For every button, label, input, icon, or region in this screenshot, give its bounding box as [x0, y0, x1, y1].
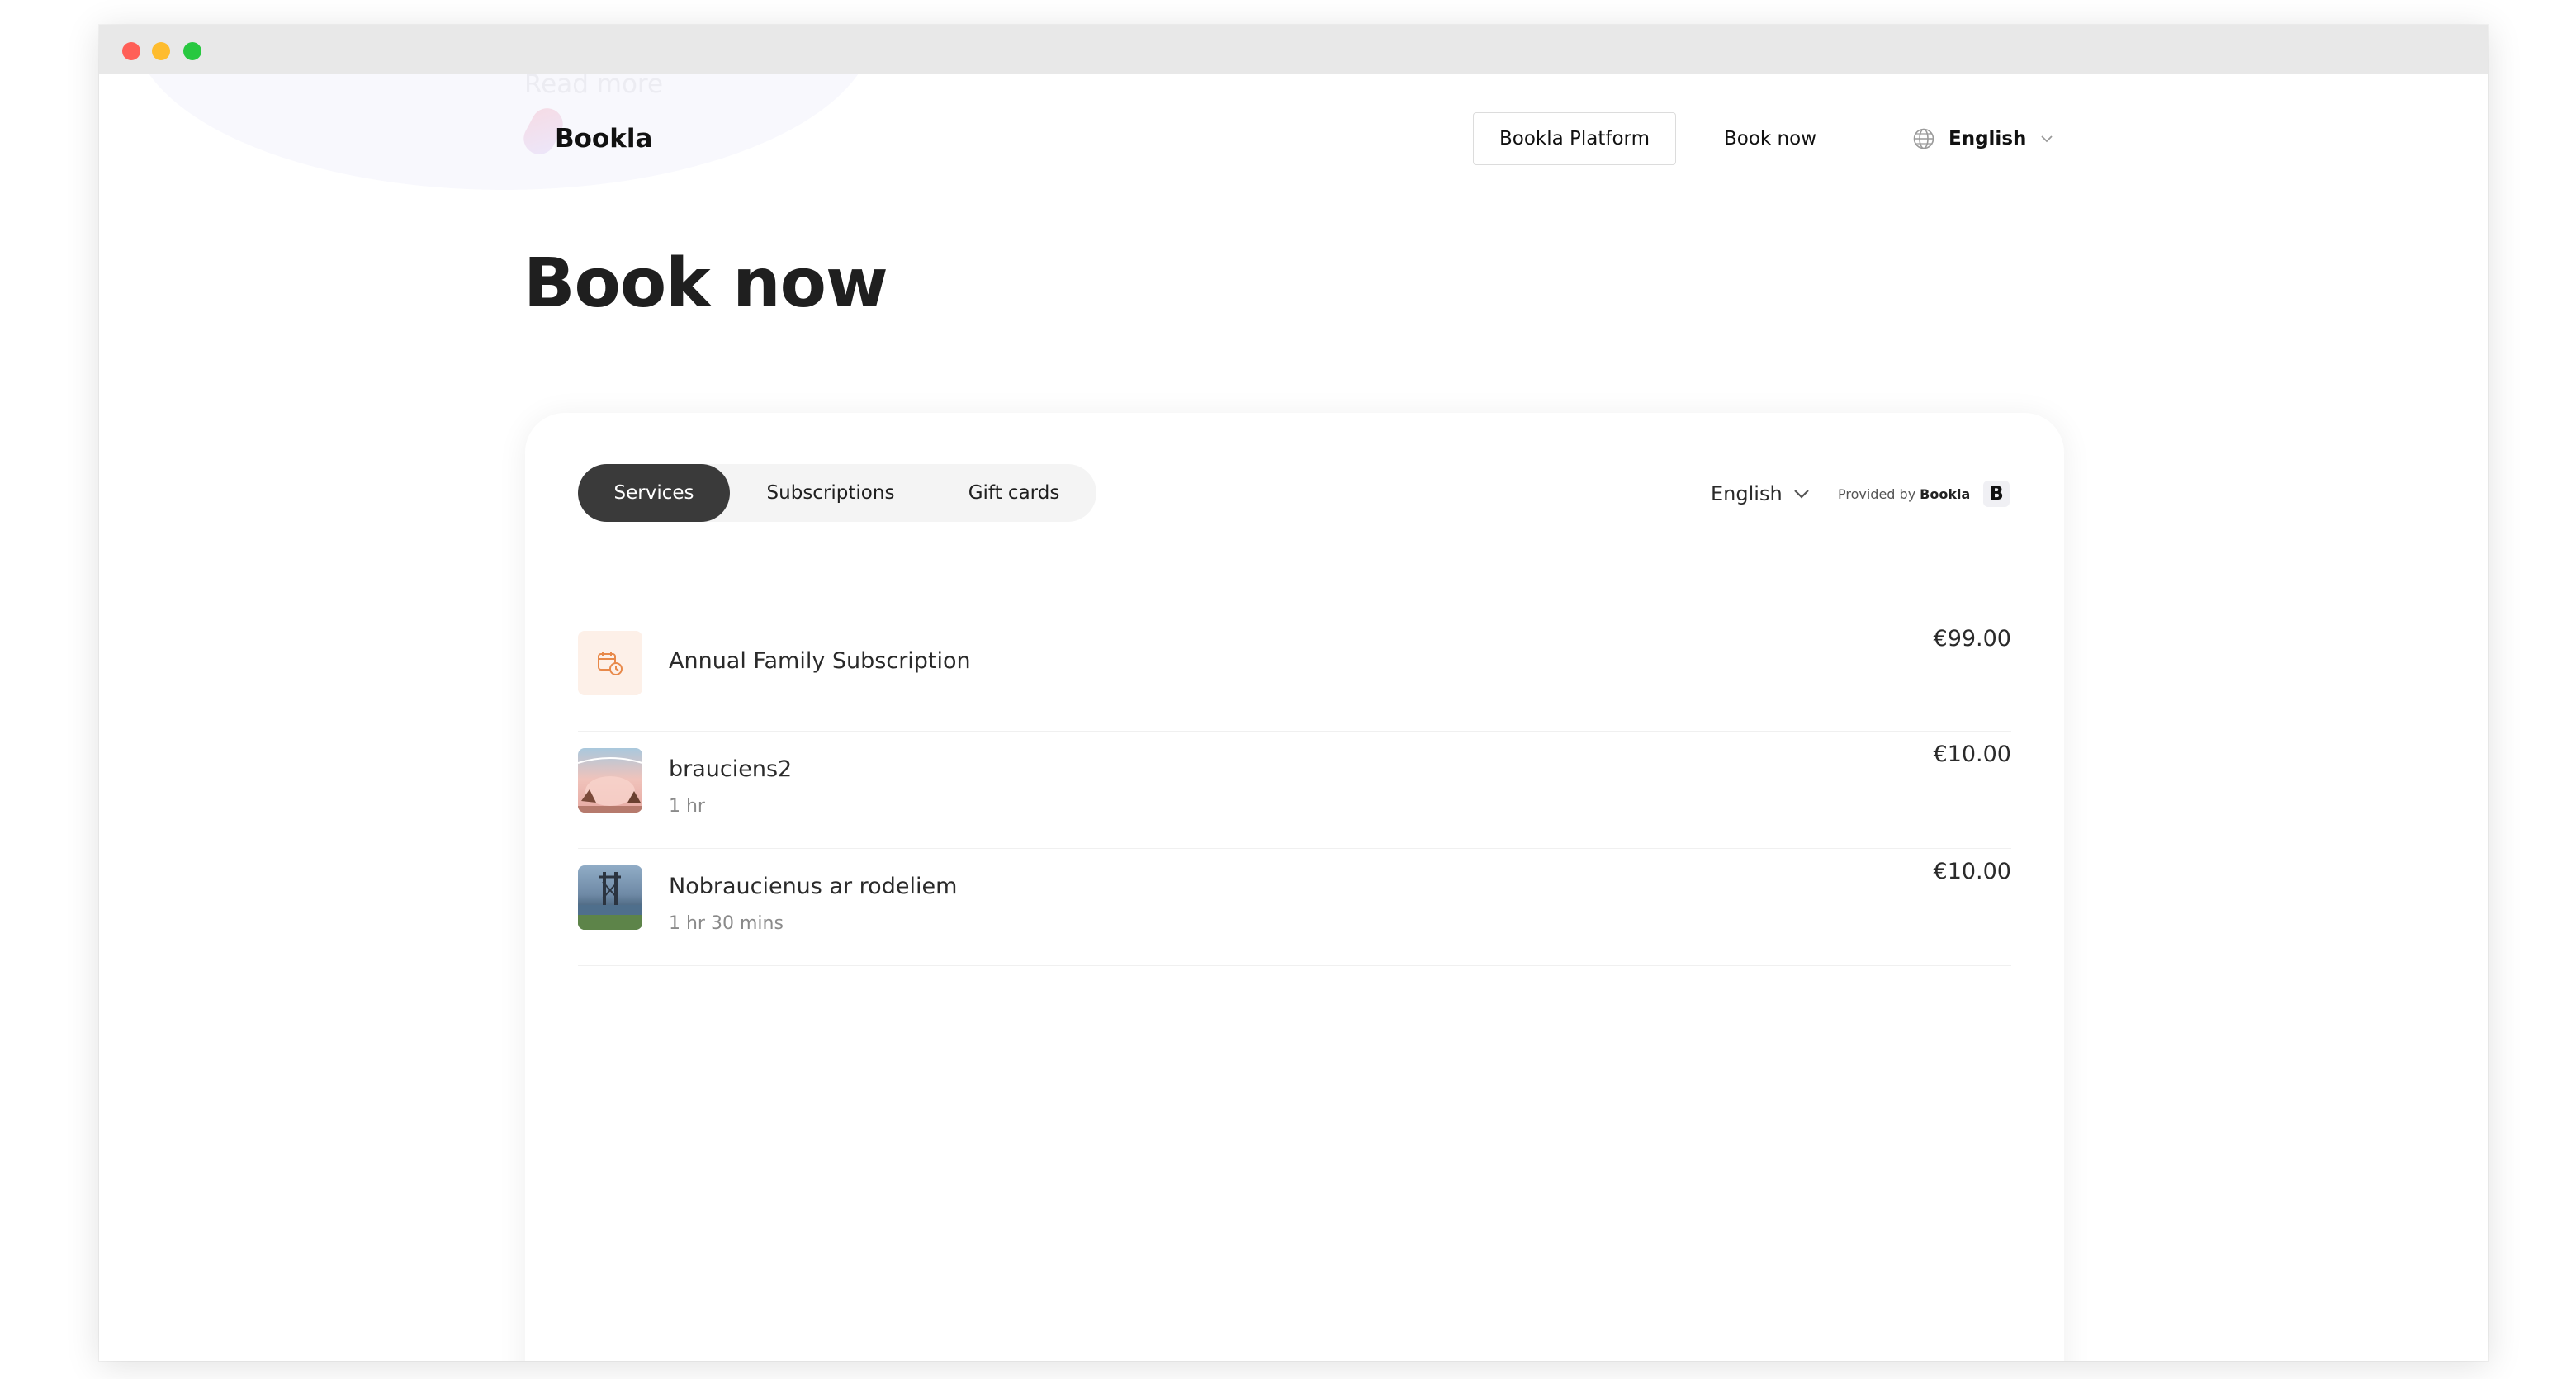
service-photo-thumbnail [578, 865, 642, 930]
browser-window: Read more Bookla Bookla Platform Book no… [99, 25, 2488, 1361]
bookla-platform-button[interactable]: Bookla Platform [1473, 112, 1676, 165]
service-photo-image [578, 757, 642, 813]
service-photo-image [578, 872, 642, 930]
book-now-nav-link[interactable]: Book now [1724, 112, 1816, 165]
provided-by-badge[interactable]: Provided by Bookla B [1838, 476, 2010, 512]
tab-subscriptions[interactable]: Subscriptions [730, 464, 931, 522]
chevron-down-icon [1793, 490, 1809, 499]
calendar-refresh-icon [598, 652, 623, 675]
provided-by-brand: Bookla [1920, 486, 1971, 502]
window-titlebar [99, 25, 2488, 74]
header-language-selector[interactable]: English [1912, 112, 2054, 165]
bookla-b-logo-icon: B [1983, 481, 2010, 507]
minimize-window-button[interactable] [152, 42, 170, 60]
service-price: €99.00 [1933, 626, 2011, 652]
service-row-annual-family-subscription[interactable]: Annual Family Subscription €99.00 [578, 614, 2011, 732]
service-duration: 1 hr 30 mins [669, 913, 784, 934]
close-window-button[interactable] [122, 42, 140, 60]
tab-services[interactable]: Services [578, 464, 730, 522]
tab-gift-cards[interactable]: Gift cards [931, 464, 1096, 522]
decorative-background-blob [132, 74, 875, 190]
chevron-down-icon [2041, 135, 2053, 143]
bookla-logo[interactable]: Bookla [518, 102, 656, 160]
service-price: €10.00 [1933, 859, 2011, 884]
provided-by-label: Provided by [1838, 486, 1916, 502]
page-viewport: Read more Bookla Bookla Platform Book no… [99, 74, 2488, 1361]
read-more-ghost-text: Read more [524, 74, 664, 99]
service-thumbnail [578, 631, 642, 695]
logo-text: Bookla [555, 124, 653, 154]
service-row-nobraucienus-ar-rodeliem[interactable]: Nobraucienus ar rodeliem 1 hr 30 mins €1… [578, 849, 2011, 966]
service-name: brauciens2 [669, 756, 793, 782]
globe-icon [1913, 128, 1934, 149]
service-price: €10.00 [1933, 742, 2011, 767]
service-name: Annual Family Subscription [669, 648, 971, 674]
widget-tab-bar: Services Subscriptions Gift cards [578, 464, 1096, 522]
booking-widget-card: Services Subscriptions Gift cards Englis… [525, 413, 2064, 1361]
service-photo-thumbnail [578, 748, 642, 813]
service-list: Annual Family Subscription €99.00 brauci… [578, 614, 2011, 966]
service-name: Nobraucienus ar rodeliem [669, 874, 958, 899]
page-title: Book now [523, 244, 888, 323]
service-row-brauciens2[interactable]: brauciens2 1 hr €10.00 [578, 732, 2011, 849]
widget-language-label: English [1711, 482, 1783, 505]
service-duration: 1 hr [669, 796, 705, 817]
header-language-label: English [1949, 128, 2027, 149]
widget-language-selector[interactable]: English [1711, 476, 1811, 512]
maximize-window-button[interactable] [183, 42, 201, 60]
